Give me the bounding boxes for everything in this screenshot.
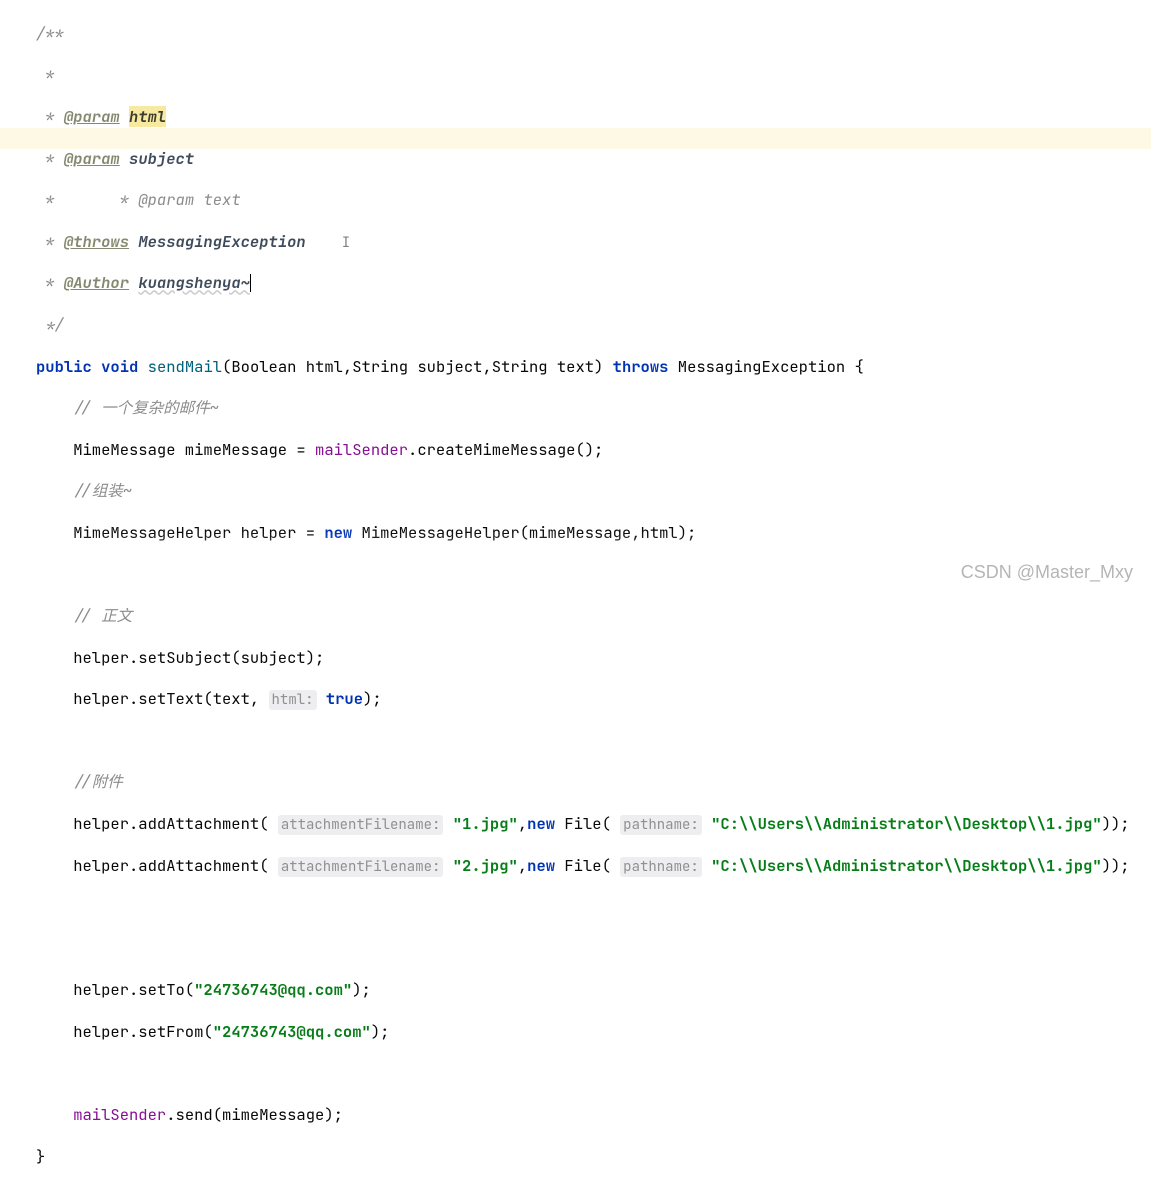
file-close: )); (1102, 813, 1130, 834)
close-paren: ); (352, 979, 371, 1000)
param-text: text (203, 189, 240, 210)
method-name: sendMail (148, 356, 222, 377)
doc-open: /** (36, 23, 64, 44)
code-editor[interactable]: /** * * @param html * @param subject * *… (0, 0, 1151, 1182)
param-html: html (129, 106, 166, 127)
param-tag-inner: @param (138, 189, 194, 210)
set-to-a: helper.setTo( (73, 979, 194, 1000)
hint-attfile: attachmentFilename: (278, 857, 444, 877)
kw-new: new (324, 522, 352, 543)
close-paren: ); (371, 1021, 390, 1042)
send-call: .send(mimeMessage); (166, 1104, 343, 1125)
hint-pathname: pathname: (620, 857, 702, 877)
text-caret-indicator: I (342, 234, 350, 252)
helper-decl: MimeMessageHelper helper = (73, 522, 324, 543)
add-att-a: helper.addAttachment( (73, 855, 278, 876)
str-path: "C:\\Users\\Administrator\\Desktop\\1.jp… (711, 855, 1102, 876)
file-close: )); (1102, 855, 1130, 876)
exception-type: MessagingException (678, 356, 845, 377)
kw-new: new (527, 855, 555, 876)
param-tag: @param (64, 106, 120, 127)
doc-star: * (36, 64, 55, 85)
comma: , (518, 855, 527, 876)
set-subject: helper.setSubject(subject); (73, 647, 324, 668)
field-mailsender: mailSender (73, 1104, 166, 1125)
watermark: CSDN @Master_Mxy (961, 562, 1133, 583)
str-path: "C:\\Users\\Administrator\\Desktop\\1.jp… (711, 813, 1102, 834)
kw-true: true (326, 688, 363, 709)
author-val: kuangshenya~ (138, 272, 250, 293)
set-text-b: ); (363, 688, 382, 709)
param-tag: @param (64, 148, 120, 169)
comma: , (518, 813, 527, 834)
file-open: File( (555, 855, 620, 876)
kw-void: void (101, 356, 138, 377)
file-open: File( (555, 813, 620, 834)
comment-1: // 一个复杂的邮件~ (73, 397, 219, 418)
open-brace: { (845, 356, 864, 377)
comment-4: //附件 (73, 771, 123, 792)
str-1jpg: "1.jpg" (453, 813, 518, 834)
hint-html: html: (269, 690, 317, 710)
close-brace: } (36, 1146, 45, 1167)
doc-close: */ (36, 314, 64, 335)
throws-tag: @throws (64, 231, 129, 252)
throws-val: MessagingException (138, 231, 305, 252)
str-2jpg: "2.jpg" (453, 855, 518, 876)
str-email: "24736743@qq.com" (213, 1021, 371, 1042)
kw-public: public (36, 356, 92, 377)
param-subject: subject (129, 148, 194, 169)
set-from-a: helper.setFrom( (73, 1021, 213, 1042)
helper-ctor: MimeMessageHelper(mimeMessage,html); (352, 522, 696, 543)
comment-3: // 正文 (73, 605, 132, 626)
method-params: (Boolean html,String subject,String text… (222, 356, 613, 377)
author-tag: @Author (64, 272, 129, 293)
create-call: .createMimeMessage(); (408, 439, 603, 460)
field-mailsender: mailSender (315, 439, 408, 460)
kw-new: new (527, 813, 555, 834)
add-att-a: helper.addAttachment( (73, 813, 278, 834)
comment-2: //组装~ (73, 480, 132, 501)
text-cursor-icon (250, 274, 252, 292)
str-email: "24736743@qq.com" (194, 979, 352, 1000)
kw-throws: throws (613, 356, 669, 377)
hint-attfile: attachmentFilename: (278, 815, 444, 835)
set-text-a: helper.setText(text, (73, 688, 268, 709)
mime-decl: MimeMessage mimeMessage = (73, 439, 315, 460)
hint-pathname: pathname: (620, 815, 702, 835)
